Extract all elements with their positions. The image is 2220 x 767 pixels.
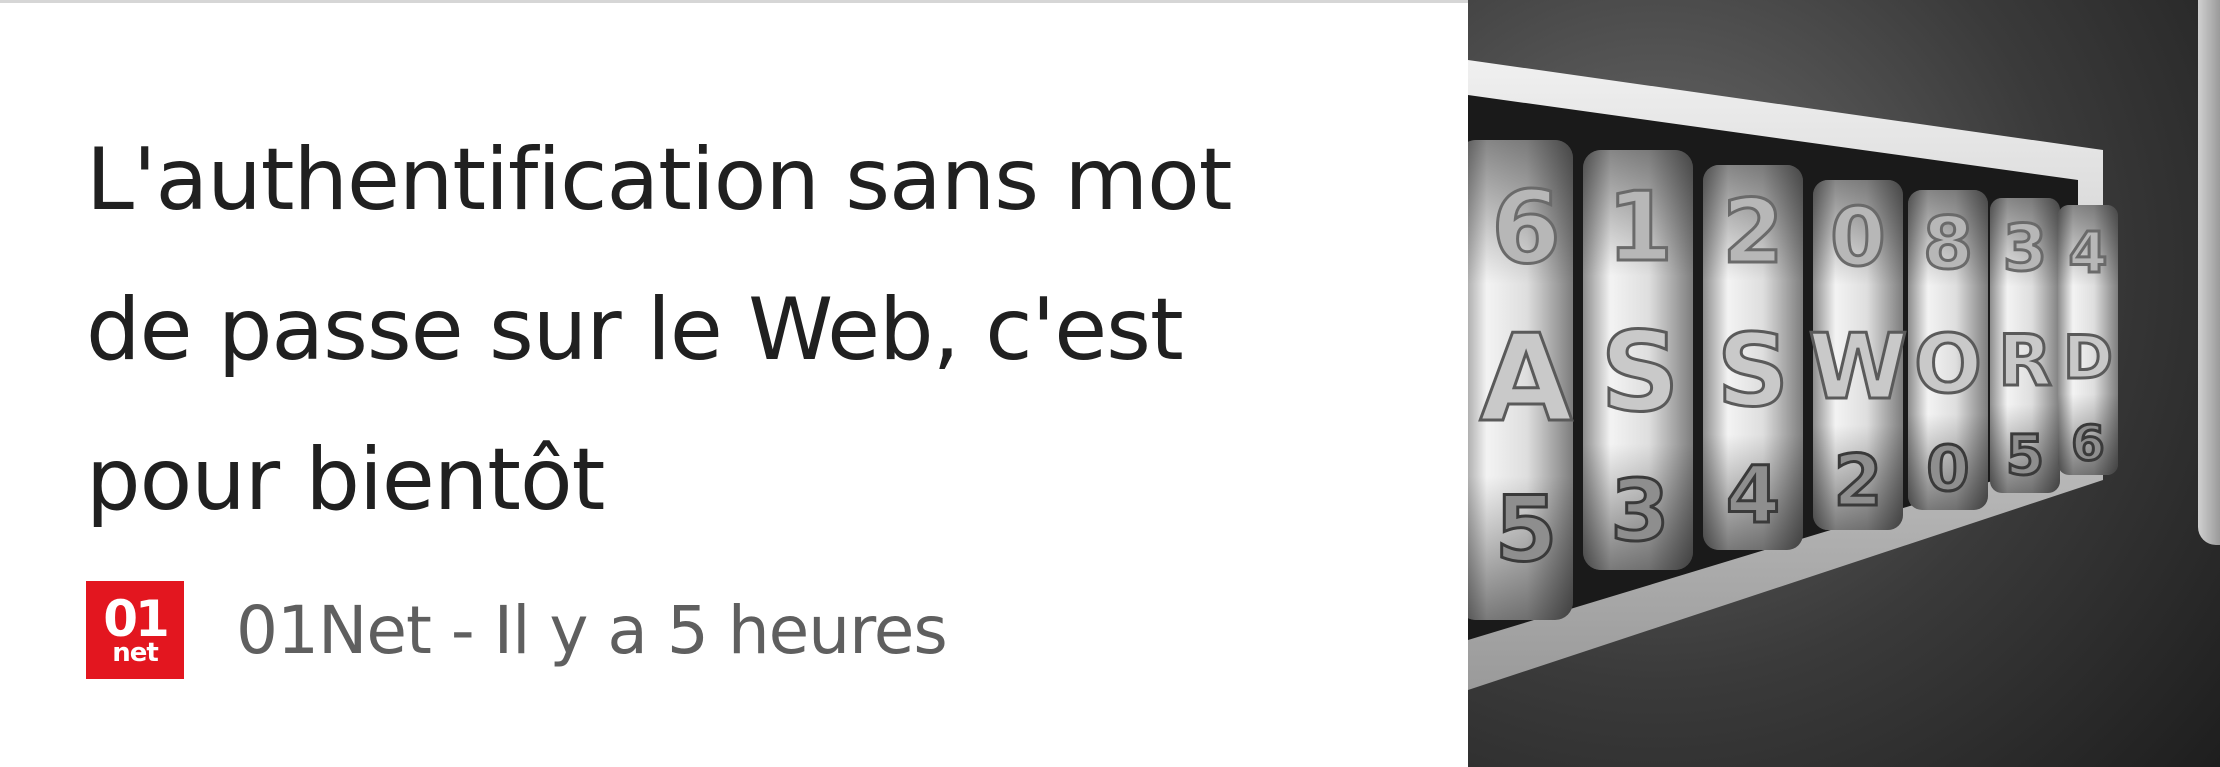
source-and-time: 01Net - Il y a 5 heures bbox=[236, 591, 948, 669]
middle-letter-4: W bbox=[1808, 315, 1907, 420]
bottom-digit-5: 0 bbox=[1926, 432, 1969, 505]
bottom-digit-6: 5 bbox=[2006, 423, 2044, 487]
top-digit-1: 6 bbox=[1491, 169, 1561, 286]
middle-letter-7: D bbox=[2063, 323, 2113, 393]
source-logo-icon: 01 net bbox=[86, 581, 184, 679]
bottom-digit-1: 5 bbox=[1495, 477, 1558, 582]
news-card[interactable]: L'authentification sans mot de passe sur… bbox=[0, 0, 2220, 767]
bottom-digit-2: 3 bbox=[1610, 462, 1669, 561]
source-logo-top: 01 bbox=[103, 590, 170, 648]
middle-letter-1: A bbox=[1480, 310, 1573, 449]
bottom-digit-4: 2 bbox=[1834, 440, 1883, 522]
top-digit-3: 2 bbox=[1722, 180, 1783, 283]
adjacent-card-edge[interactable] bbox=[2198, 0, 2220, 545]
bottom-digit-3: 4 bbox=[1726, 451, 1780, 541]
top-digit-5: 8 bbox=[1923, 201, 1973, 285]
article-text-column: L'authentification sans mot de passe sur… bbox=[86, 105, 1386, 555]
article-headline[interactable]: L'authentification sans mot de passe sur… bbox=[86, 105, 1326, 555]
top-digit-2: 1 bbox=[1607, 173, 1673, 283]
article-thumbnail[interactable]: 6 1 2 0 8 3 4 A S S W O R D 5 3 4 2 0 5 … bbox=[1468, 0, 2220, 767]
source-logo-bottom: net bbox=[112, 638, 159, 668]
article-meta: 01 net 01Net - Il y a 5 heures bbox=[86, 580, 948, 680]
middle-letter-2: S bbox=[1600, 308, 1679, 436]
middle-letter-5: O bbox=[1914, 318, 1982, 411]
middle-letter-3: S bbox=[1717, 312, 1789, 429]
middle-letter-6: R bbox=[1998, 320, 2052, 402]
top-digit-4: 0 bbox=[1830, 191, 1886, 284]
password-lock-illustration: 6 1 2 0 8 3 4 A S S W O R D 5 3 4 2 0 5 … bbox=[1468, 60, 2118, 690]
bottom-digit-7: 6 bbox=[2071, 416, 2104, 472]
top-digit-7: 4 bbox=[2069, 221, 2108, 286]
top-digit-6: 3 bbox=[2003, 212, 2048, 286]
